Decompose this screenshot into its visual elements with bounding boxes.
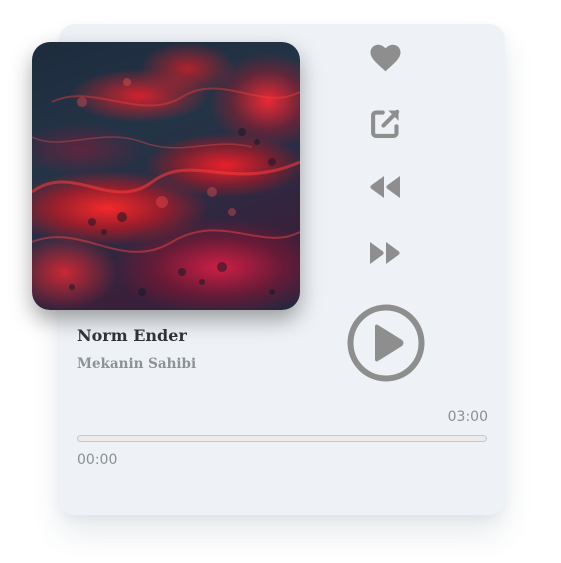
play-circle-icon [347,304,425,382]
external-link-icon [370,109,399,138]
current-time: 00:00 [77,452,118,468]
total-time: 03:00 [447,409,488,425]
track-artist: Mekanin Sahibi [77,356,197,372]
fast-forward-icon [370,242,400,264]
share-button[interactable] [367,105,403,141]
like-button[interactable] [367,40,403,74]
music-player: Norm Ender Mekanin Sahibi 03:00 00:00 [0,0,561,563]
album-cover-art [32,78,300,296]
rewind-button[interactable] [366,172,404,202]
heart-icon [370,44,400,72]
play-button[interactable] [345,302,427,384]
rewind-icon [370,176,400,198]
progress-bar[interactable] [77,435,487,442]
track-title: Norm Ender [77,326,187,345]
album-cover [32,42,300,310]
fast-forward-button[interactable] [366,238,404,268]
